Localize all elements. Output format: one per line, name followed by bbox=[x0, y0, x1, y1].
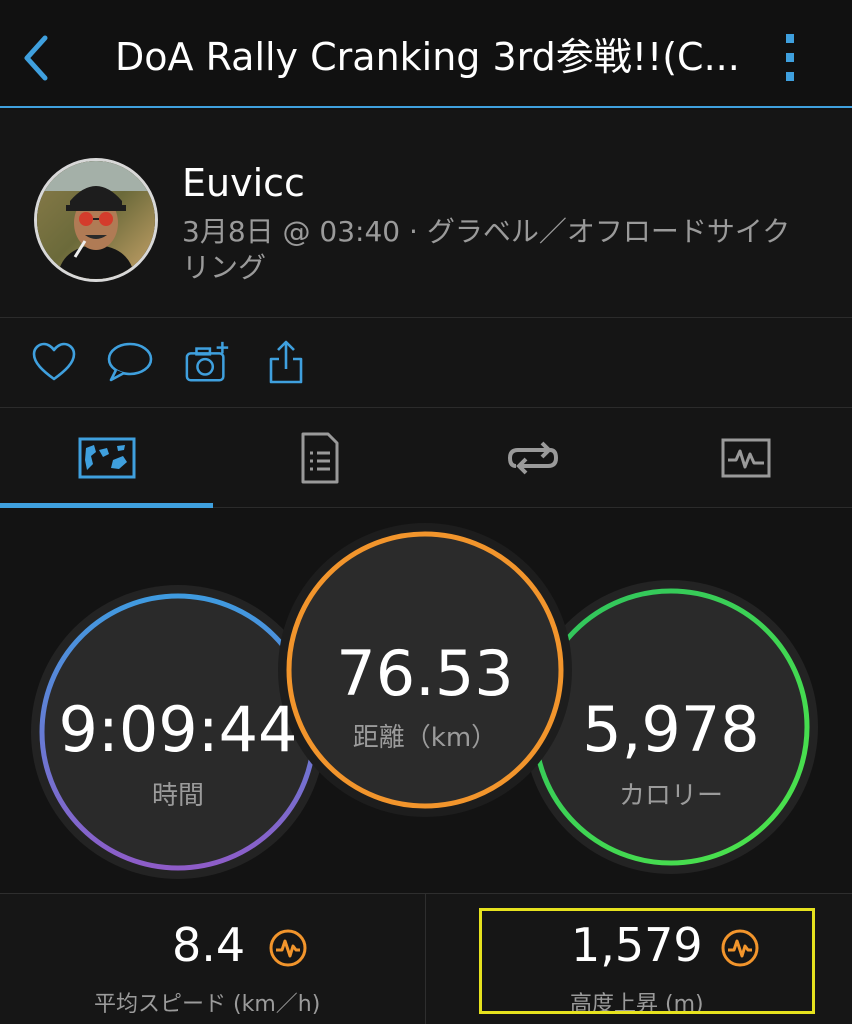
time-value: 9:09:44 bbox=[58, 693, 298, 766]
share-button[interactable] bbox=[262, 338, 310, 386]
metrics-divider bbox=[425, 894, 426, 1024]
calories-label: カロリー bbox=[618, 781, 723, 811]
document-list-icon bbox=[301, 432, 338, 484]
activity-title: DoA Rally Cranking 3rd参戦!!(C... bbox=[115, 35, 740, 79]
stats-panel: 9:09:44 時間 76.53 距離（km） 5,978 カロリー bbox=[0, 509, 852, 893]
map-overview-icon bbox=[78, 437, 135, 479]
heart-rate-icon[interactable] bbox=[720, 928, 760, 968]
chart-pulse-icon bbox=[721, 438, 770, 478]
tab-laps[interactable] bbox=[426, 408, 639, 508]
distance-value: 76.53 bbox=[336, 637, 514, 710]
distance-label: 距離（km） bbox=[352, 723, 498, 753]
action-bar bbox=[0, 318, 852, 408]
top-bar: DoA Rally Cranking 3rd参戦!!(C... bbox=[0, 0, 852, 108]
comment-button[interactable] bbox=[106, 338, 154, 386]
tab-details[interactable] bbox=[213, 408, 426, 508]
activity-meta: 3月8日 @ 03:40 · グラベル／オフロードサイクリング bbox=[182, 215, 791, 284]
avg-speed-value: 8.4 bbox=[172, 918, 246, 972]
vertical-dots-icon bbox=[786, 34, 794, 81]
chevron-left-icon bbox=[24, 35, 48, 81]
profile-section: Euvicc 3月8日 @ 03:40 · グラベル／オフロードサイクリング bbox=[0, 110, 852, 318]
user-name[interactable]: Euvicc bbox=[182, 160, 305, 206]
elevation-gain-label: 高度上昇 (m) bbox=[570, 992, 704, 1017]
tab-overview[interactable] bbox=[0, 408, 213, 508]
bottom-metrics: 8.4 平均スピード (km／h) 1,579 高度上昇 (m) bbox=[0, 893, 852, 1024]
loop-icon bbox=[507, 441, 558, 475]
avatar[interactable] bbox=[34, 158, 158, 282]
selected-tab-indicator bbox=[0, 503, 213, 508]
avg-speed-label: 平均スピード (km／h) bbox=[94, 992, 321, 1017]
add-photo-icon bbox=[185, 341, 229, 382]
time-label: 時間 bbox=[151, 781, 204, 811]
heart-icon bbox=[32, 342, 76, 381]
more-options-button[interactable] bbox=[772, 28, 808, 88]
share-icon bbox=[269, 340, 303, 384]
calories-value: 5,978 bbox=[582, 693, 760, 766]
heart-rate-icon[interactable] bbox=[268, 928, 308, 968]
like-button[interactable] bbox=[30, 338, 78, 386]
elevation-gain-value: 1,579 bbox=[571, 918, 703, 972]
back-button[interactable] bbox=[14, 28, 58, 88]
comment-icon bbox=[107, 342, 153, 382]
tab-charts[interactable] bbox=[639, 408, 852, 508]
tab-bar bbox=[0, 408, 852, 508]
add-photo-button[interactable] bbox=[184, 338, 232, 386]
